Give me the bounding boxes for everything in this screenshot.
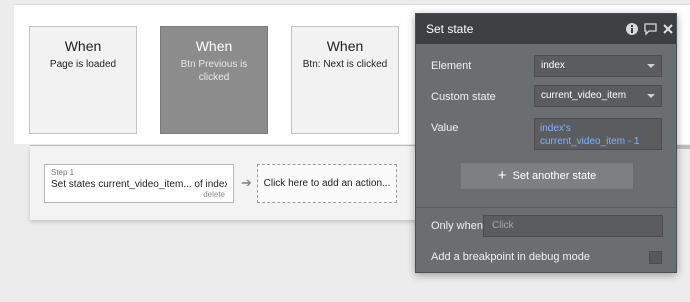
breakpoint-checkbox[interactable] (649, 251, 662, 264)
event-card-btn-next[interactable]: When Btn: Next is clicked (291, 26, 399, 134)
chevron-down-icon (647, 64, 655, 68)
step-title: Set states current_video_item... of inde… (51, 179, 227, 190)
panel-divider (416, 207, 676, 208)
workflow-actions-panel: Step 1 Set states current_video_item... … (30, 146, 430, 220)
value-expression-field[interactable]: index's current_video_item - 1 (534, 118, 662, 150)
only-when-input[interactable]: Click (483, 215, 663, 237)
info-icon[interactable] (625, 22, 639, 36)
set-another-state-label: Set another state (512, 170, 597, 182)
event-when-label: When (64, 38, 102, 54)
custom-state-label: Custom state (431, 91, 496, 103)
element-value: index (541, 60, 565, 71)
panel-title: Set state (426, 22, 474, 36)
delete-step-link[interactable]: delete (203, 190, 225, 199)
set-state-panel: Set state Element index Custom state cur… (415, 13, 677, 273)
step-1-card[interactable]: Step 1 Set states current_video_item... … (44, 164, 234, 203)
chevron-down-icon (647, 94, 655, 98)
event-card-page-loaded[interactable]: When Page is loaded (29, 26, 137, 134)
add-action-button[interactable]: Click here to add an action... (257, 164, 397, 203)
arrow-right-icon: ➔ (241, 175, 252, 190)
event-description: Page is loaded (49, 59, 117, 70)
chat-icon[interactable] (643, 22, 657, 36)
element-dropdown[interactable]: index (534, 55, 662, 77)
event-when-label: When (326, 38, 364, 54)
close-icon[interactable] (662, 22, 676, 36)
event-when-label: When (195, 38, 233, 54)
only-when-label: Only when (431, 220, 483, 232)
plus-icon: + (497, 167, 507, 184)
element-label: Element (431, 60, 472, 72)
event-description: Btn Previous is clicked (180, 59, 248, 83)
set-another-state-button[interactable]: + Set another state (460, 162, 634, 190)
value-label: Value (431, 122, 459, 134)
custom-state-value: current_video_item (541, 90, 627, 101)
event-card-btn-previous[interactable]: When Btn Previous is clicked (160, 26, 268, 134)
event-description: Btn: Next is clicked (302, 59, 388, 70)
breakpoint-label: Add a breakpoint in debug mode (431, 251, 591, 263)
custom-state-dropdown[interactable]: current_video_item (534, 85, 662, 107)
step-number: Step 1 (51, 168, 75, 177)
